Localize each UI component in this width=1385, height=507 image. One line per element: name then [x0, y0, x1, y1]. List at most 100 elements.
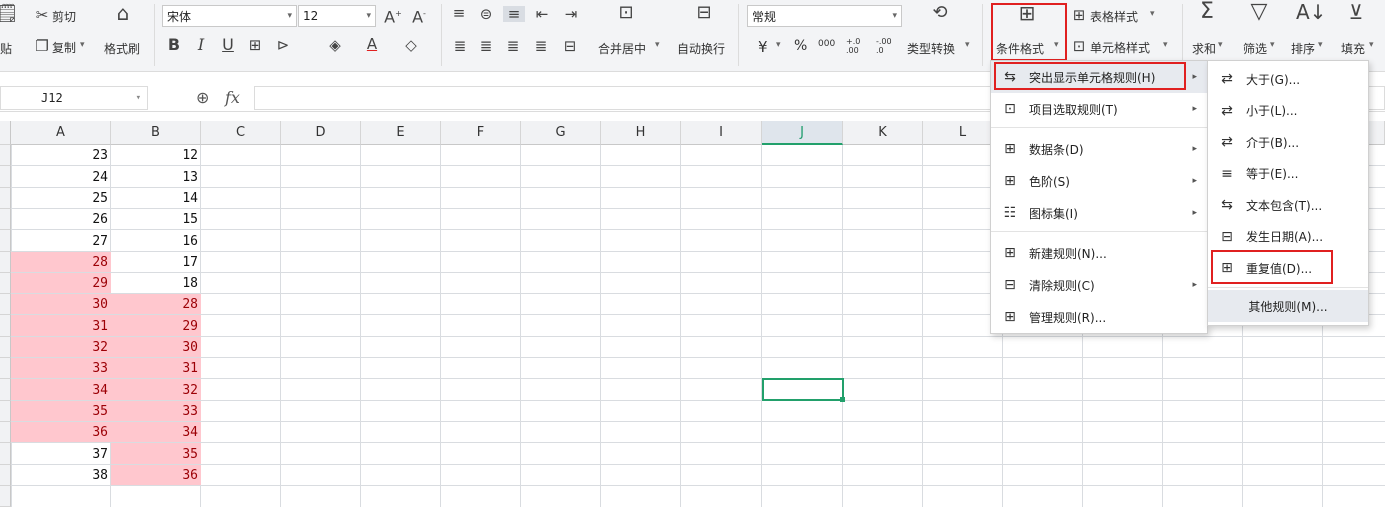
filter-dropdown-icon[interactable]: ▾ — [1270, 40, 1275, 50]
merge-center-icon[interactable]: ⊡ — [614, 4, 638, 22]
cut-button[interactable]: 剪切 — [52, 8, 76, 25]
cell-style-icon[interactable]: ⊡ — [1070, 38, 1088, 54]
copy-button[interactable]: 复制 — [52, 39, 76, 56]
row-header[interactable] — [0, 145, 11, 166]
italic-icon[interactable]: I — [193, 37, 209, 53]
row-header[interactable] — [0, 486, 11, 507]
cell-b[interactable]: 16 — [111, 230, 201, 252]
cell-b[interactable]: 36 — [111, 465, 201, 486]
row-header[interactable] — [0, 273, 11, 294]
cell-b[interactable]: 17 — [111, 252, 201, 273]
indent-decrease-icon[interactable]: ⇤ — [533, 6, 551, 22]
percent-button[interactable]: % — [794, 38, 807, 54]
menu-item-6[interactable]: ⊟ 清除规则(C) ▸ — [991, 269, 1207, 301]
increase-decimal-button[interactable]: +.0 .00 — [846, 37, 870, 55]
border-icon[interactable]: ⊞ — [246, 37, 264, 53]
merge-dropdown-icon[interactable]: ▾ — [655, 40, 660, 50]
sum-button[interactable]: 求和 — [1192, 40, 1216, 57]
type-convert-dropdown-icon[interactable]: ▾ — [965, 40, 970, 50]
sum-icon[interactable]: Σ — [1196, 1, 1218, 23]
type-convert-button[interactable]: 类型转换 — [907, 40, 955, 57]
row-header[interactable] — [0, 315, 11, 337]
paste-button[interactable]: 贴 — [0, 40, 12, 57]
paste-icon[interactable]: 🗒 — [0, 5, 19, 23]
wrap-text-button[interactable]: 自动换行 — [677, 40, 725, 57]
row-header[interactable] — [0, 358, 11, 379]
thousands-button[interactable]: 000 — [818, 39, 835, 49]
submenu-item-1[interactable]: ⇄ 小于(L)... — [1208, 95, 1368, 127]
cell-a[interactable]: 31 — [11, 315, 111, 337]
type-convert-icon[interactable]: ⟲ — [928, 4, 952, 22]
number-format-select[interactable]: 常规 ▾ — [747, 5, 902, 27]
merge-center-button[interactable]: 合并居中 — [598, 40, 646, 57]
format-painter-button[interactable]: 格式刷 — [104, 40, 140, 57]
cell-b[interactable]: 14 — [111, 188, 201, 209]
cell-a[interactable]: 27 — [11, 230, 111, 252]
corner-select-all[interactable] — [0, 121, 11, 145]
menu-item-1[interactable]: ⊡ 项目选取规则(T) ▸ — [991, 93, 1207, 125]
cell-style-button[interactable]: 单元格样式 — [1090, 39, 1150, 56]
align-left-icon[interactable]: ≣ — [452, 38, 468, 54]
fill-handle[interactable] — [840, 397, 845, 402]
column-header-k[interactable]: K — [843, 121, 923, 145]
cell-b[interactable]: 34 — [111, 422, 201, 443]
menu-item-4[interactable]: ☷ 图标集(I) ▸ — [991, 197, 1207, 229]
align-right-icon[interactable]: ≣ — [505, 38, 521, 54]
cell-a[interactable]: 35 — [11, 401, 111, 422]
cell-a[interactable]: 29 — [11, 273, 111, 294]
column-header-b[interactable]: B — [111, 121, 201, 145]
column-header-g[interactable]: G — [521, 121, 601, 145]
copy-dropdown-icon[interactable]: ▾ — [80, 40, 85, 50]
sort-button[interactable]: 排序 — [1291, 40, 1315, 57]
align-center-icon[interactable]: ≣ — [478, 38, 494, 54]
column-header-a[interactable]: A — [11, 121, 111, 145]
cell-b[interactable]: 28 — [111, 294, 201, 315]
cell-a[interactable]: 25 — [11, 188, 111, 209]
fill-icon[interactable]: ⊻ — [1345, 2, 1367, 22]
row-header[interactable] — [0, 337, 11, 358]
cell-b[interactable]: 18 — [111, 273, 201, 294]
decrease-decimal-button[interactable]: -.00 .0 — [876, 37, 900, 55]
row-header[interactable] — [0, 188, 11, 209]
align-middle-icon[interactable]: ⊜ — [478, 6, 494, 22]
name-box[interactable]: J12 ▾ — [0, 86, 148, 110]
active-cell-j12[interactable] — [762, 378, 844, 401]
format-painter-icon[interactable]: ⌂ — [112, 3, 134, 23]
cell-a[interactable]: 38 — [11, 465, 111, 486]
bold-icon[interactable]: B — [166, 37, 182, 53]
justify-icon[interactable]: ≣ — [533, 38, 549, 54]
filter-icon[interactable]: ▽ — [1248, 1, 1270, 23]
copy-icon[interactable]: ❐ — [34, 38, 50, 54]
table-style-icon[interactable]: ⊞ — [1070, 7, 1088, 23]
indent-increase-icon[interactable]: ⇥ — [562, 6, 580, 22]
row-header[interactable] — [0, 465, 11, 486]
column-header-j[interactable]: J — [762, 121, 843, 145]
scissors-icon[interactable]: ✂ — [34, 7, 50, 23]
sum-dropdown-icon[interactable]: ▾ — [1218, 40, 1223, 50]
cell-b[interactable]: 12 — [111, 145, 201, 166]
font-name-select[interactable]: 宋体 ▾ — [162, 5, 297, 27]
submenu-item-2[interactable]: ⇄ 介于(B)... — [1208, 126, 1368, 158]
align-bottom-icon[interactable]: ≡ — [503, 6, 525, 22]
distribute-icon[interactable]: ⊟ — [562, 38, 578, 54]
increase-font-icon[interactable]: A+ — [384, 6, 402, 25]
cell-a[interactable]: 34 — [11, 379, 111, 401]
submenu-item-3[interactable]: ≡ 等于(E)... — [1208, 158, 1368, 190]
cell-b[interactable]: 30 — [111, 337, 201, 358]
table-style-button[interactable]: 表格样式 — [1090, 8, 1138, 25]
other-rules-item[interactable]: 其他规则(M)... — [1208, 290, 1368, 322]
column-header-h[interactable]: H — [601, 121, 681, 145]
cell-style-dropdown-icon[interactable]: ▾ — [1163, 40, 1168, 50]
fx-icon[interactable]: fx — [225, 88, 240, 107]
cell-a[interactable]: 33 — [11, 358, 111, 379]
row-header[interactable] — [0, 252, 11, 273]
font-color-icon[interactable]: A — [364, 36, 380, 52]
cell-b[interactable]: 15 — [111, 209, 201, 230]
currency-dropdown-icon[interactable]: ▾ — [776, 40, 781, 50]
sort-dropdown-icon[interactable]: ▾ — [1318, 40, 1323, 50]
cell-a[interactable]: 30 — [11, 294, 111, 315]
fill-dropdown-icon[interactable]: ▾ — [1369, 40, 1374, 50]
cell-a[interactable]: 26 — [11, 209, 111, 230]
cell-a[interactable]: 23 — [11, 145, 111, 166]
zoom-icon[interactable]: ⊕ — [196, 88, 209, 107]
